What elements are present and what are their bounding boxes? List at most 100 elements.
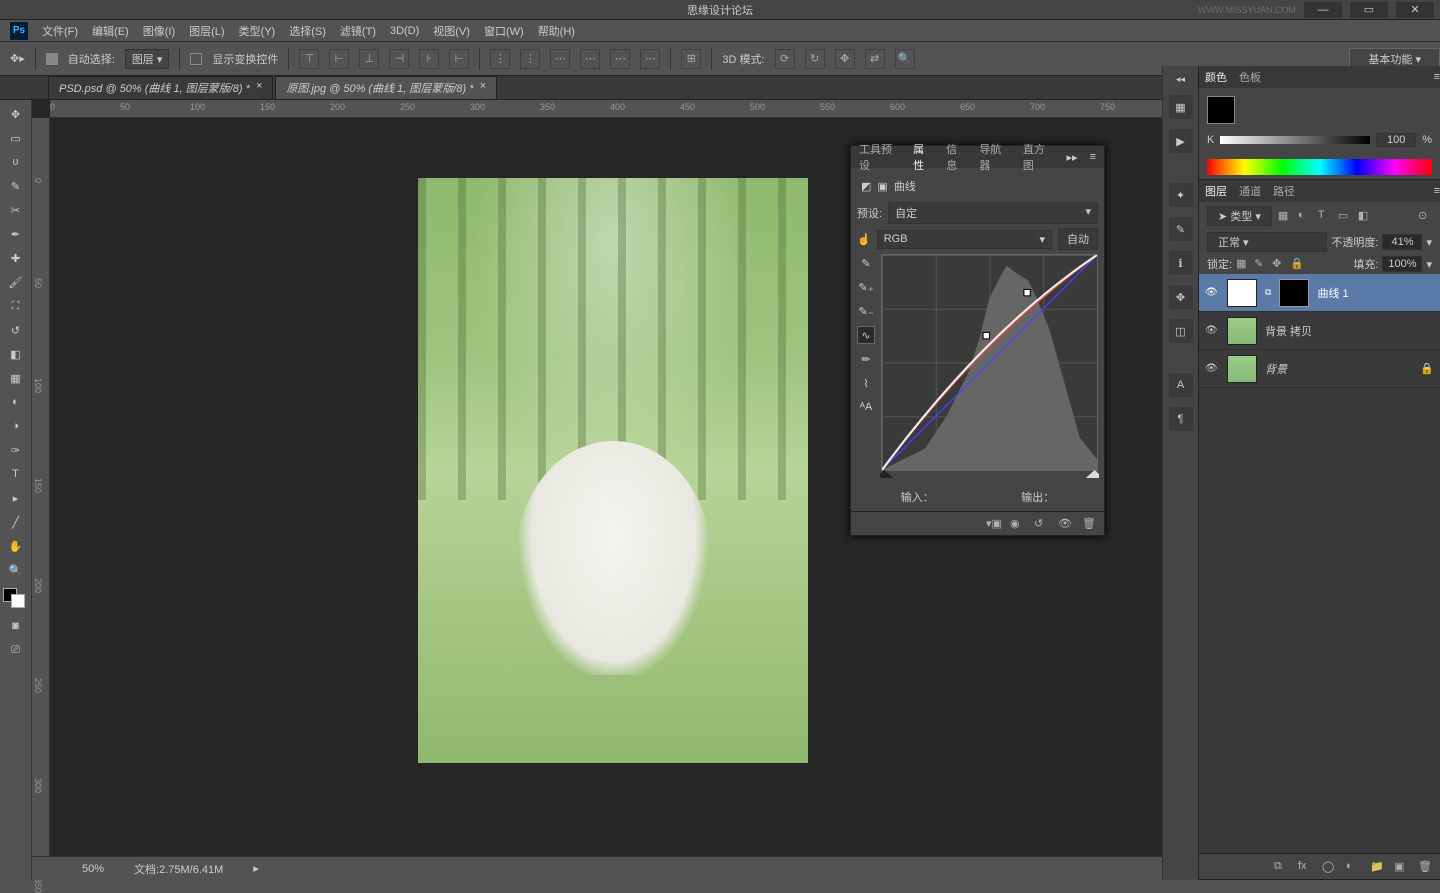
zoom-tool[interactable]: 🔍: [4, 559, 28, 581]
3d-slide-icon[interactable]: ⇄: [865, 49, 885, 69]
fx-icon[interactable]: fx: [1298, 860, 1312, 874]
healing-tool[interactable]: ✚: [4, 247, 28, 269]
shape-tool[interactable]: ╱: [4, 511, 28, 533]
autoselect-checkbox[interactable]: [46, 53, 58, 65]
menu-help[interactable]: 帮助(H): [538, 23, 575, 39]
align-top-icon[interactable]: ⊤: [299, 49, 319, 69]
blend-mode[interactable]: 正常 ▾: [1207, 232, 1327, 252]
visibility-icon[interactable]: [1205, 324, 1219, 338]
screenmode-tool[interactable]: ⎚: [4, 639, 28, 661]
panel-menu-icon[interactable]: ≡: [1434, 185, 1440, 197]
quick-select-tool[interactable]: ✎: [4, 175, 28, 197]
smooth-icon[interactable]: ⌇: [857, 374, 875, 392]
path-select-tool[interactable]: ▸: [4, 487, 28, 509]
tab-swatches[interactable]: 色板: [1239, 69, 1261, 85]
close-button[interactable]: ✕: [1396, 2, 1434, 18]
link-layers-icon[interactable]: ⧉: [1274, 860, 1288, 874]
tab-navigator[interactable]: 导航器: [979, 141, 1011, 173]
align-hcenter-icon[interactable]: ⊦: [419, 49, 439, 69]
target-adjust-icon[interactable]: ☝: [857, 233, 871, 246]
k-value[interactable]: 100: [1376, 133, 1416, 147]
preset-select[interactable]: 自定▾: [888, 202, 1098, 224]
curve-pencil-icon[interactable]: ✏: [857, 350, 875, 368]
align-left-icon[interactable]: ⊣: [389, 49, 409, 69]
view-previous-icon[interactable]: ◉: [1010, 517, 1024, 531]
mask-icon[interactable]: ▣: [877, 180, 887, 193]
visibility-icon[interactable]: [1205, 286, 1219, 300]
doc-size[interactable]: 文档:2.75M/6.41M: [134, 861, 223, 877]
align-bottom-icon[interactable]: ⊥: [359, 49, 379, 69]
channel-select[interactable]: RGB▾: [877, 230, 1052, 249]
lock-pixel-icon[interactable]: ✎: [1254, 257, 1268, 271]
tab-paths[interactable]: 路径: [1273, 183, 1295, 199]
panel-menu-icon[interactable]: ≡: [1090, 151, 1096, 163]
lock-all-icon[interactable]: 🔒: [1290, 257, 1304, 271]
minimize-button[interactable]: —: [1304, 2, 1342, 18]
hand-tool[interactable]: ✋: [4, 535, 28, 557]
dock-nav-icon[interactable]: ✥: [1169, 285, 1193, 309]
layer-row[interactable]: 背景 拷贝: [1199, 312, 1440, 350]
eyedropper-tool[interactable]: ✒: [4, 223, 28, 245]
tab-tool-presets[interactable]: 工具预设: [859, 141, 901, 173]
align-vcenter-icon[interactable]: ⊢: [329, 49, 349, 69]
black-slider[interactable]: [880, 470, 1099, 480]
menu-image[interactable]: 图像(I): [143, 23, 175, 39]
gradient-tool[interactable]: ▦: [4, 367, 28, 389]
close-icon[interactable]: ×: [256, 80, 262, 96]
visibility-icon[interactable]: [1205, 362, 1219, 376]
document-tab[interactable]: PSD.psd @ 50% (曲线 1, 图层蒙版/8) * ×: [48, 76, 273, 99]
group-icon[interactable]: 📁: [1370, 860, 1384, 874]
link-icon[interactable]: ⧉: [1265, 287, 1271, 298]
menu-select[interactable]: 选择(S): [289, 23, 326, 39]
properties-panel[interactable]: 工具预设 属性 信息 导航器 直方图 ▸▸ ≡ ◩ ▣ 曲线 预设: 自定▾ ☝…: [850, 145, 1105, 536]
3d-pan-icon[interactable]: ✥: [835, 49, 855, 69]
background-swatch[interactable]: [11, 594, 25, 608]
autoselect-target[interactable]: 图层 ▾: [125, 49, 170, 69]
crop-tool[interactable]: ✂: [4, 199, 28, 221]
dock-play-icon[interactable]: ▶: [1169, 129, 1193, 153]
fill-value[interactable]: 100%: [1382, 256, 1422, 272]
lock-pos-icon[interactable]: ✥: [1272, 257, 1286, 271]
tab-properties[interactable]: 属性: [913, 141, 934, 173]
auto-align-icon[interactable]: ⊞: [681, 49, 701, 69]
tab-color[interactable]: 颜色: [1205, 69, 1227, 85]
filter-shape-icon[interactable]: ▭: [1338, 209, 1352, 223]
status-arrow-icon[interactable]: ▸: [253, 862, 259, 875]
clip-icon[interactable]: ᴬA: [857, 398, 875, 416]
sampler-icon[interactable]: ✎: [857, 254, 875, 272]
distribute-icon[interactable]: ⋯: [550, 49, 570, 69]
distribute-icon[interactable]: ⋮: [490, 49, 510, 69]
lock-trans-icon[interactable]: ▦: [1236, 257, 1250, 271]
layer-mask-thumb[interactable]: [1279, 279, 1309, 307]
close-icon[interactable]: ×: [480, 80, 486, 96]
layer-row[interactable]: 背景 🔒: [1199, 350, 1440, 388]
filter-adjust-icon[interactable]: ◐: [1298, 209, 1312, 223]
dock-para-icon[interactable]: ¶: [1169, 407, 1193, 431]
color-swatch[interactable]: [1207, 96, 1235, 124]
curves-graph[interactable]: [881, 254, 1098, 471]
auto-button[interactable]: 自动: [1058, 228, 1098, 250]
dock-brush-icon[interactable]: ✎: [1169, 217, 1193, 241]
menu-edit[interactable]: 编辑(E): [92, 23, 129, 39]
menu-filter[interactable]: 滤镜(T): [340, 23, 376, 39]
collapse-icon[interactable]: ◂◂: [1176, 74, 1185, 85]
dock-tools-icon[interactable]: ✦: [1169, 183, 1193, 207]
layer-name[interactable]: 曲线 1: [1317, 285, 1348, 301]
marquee-tool[interactable]: ▭: [4, 127, 28, 149]
show-transform-checkbox[interactable]: [190, 53, 202, 65]
trash-icon[interactable]: 🗑: [1418, 860, 1432, 874]
brush-tool[interactable]: 🖌: [4, 271, 28, 293]
lasso-tool[interactable]: ʋ: [4, 151, 28, 173]
collapse-icon[interactable]: ▸▸: [1067, 151, 1078, 164]
dock-history-icon[interactable]: ▦: [1169, 95, 1193, 119]
distribute-icon[interactable]: ⋯: [610, 49, 630, 69]
mask-icon[interactable]: ◯: [1322, 860, 1336, 874]
trash-icon[interactable]: 🗑: [1082, 517, 1096, 531]
layer-thumb[interactable]: [1227, 355, 1257, 383]
opacity-value[interactable]: 41%: [1382, 234, 1422, 250]
quickmask-tool[interactable]: ◙: [4, 615, 28, 637]
3d-orbit-icon[interactable]: ⟳: [775, 49, 795, 69]
reset-icon[interactable]: ↺: [1034, 517, 1048, 531]
distribute-icon[interactable]: ⋮: [520, 49, 540, 69]
clip-to-layer-icon[interactable]: ▾▣: [986, 517, 1000, 531]
